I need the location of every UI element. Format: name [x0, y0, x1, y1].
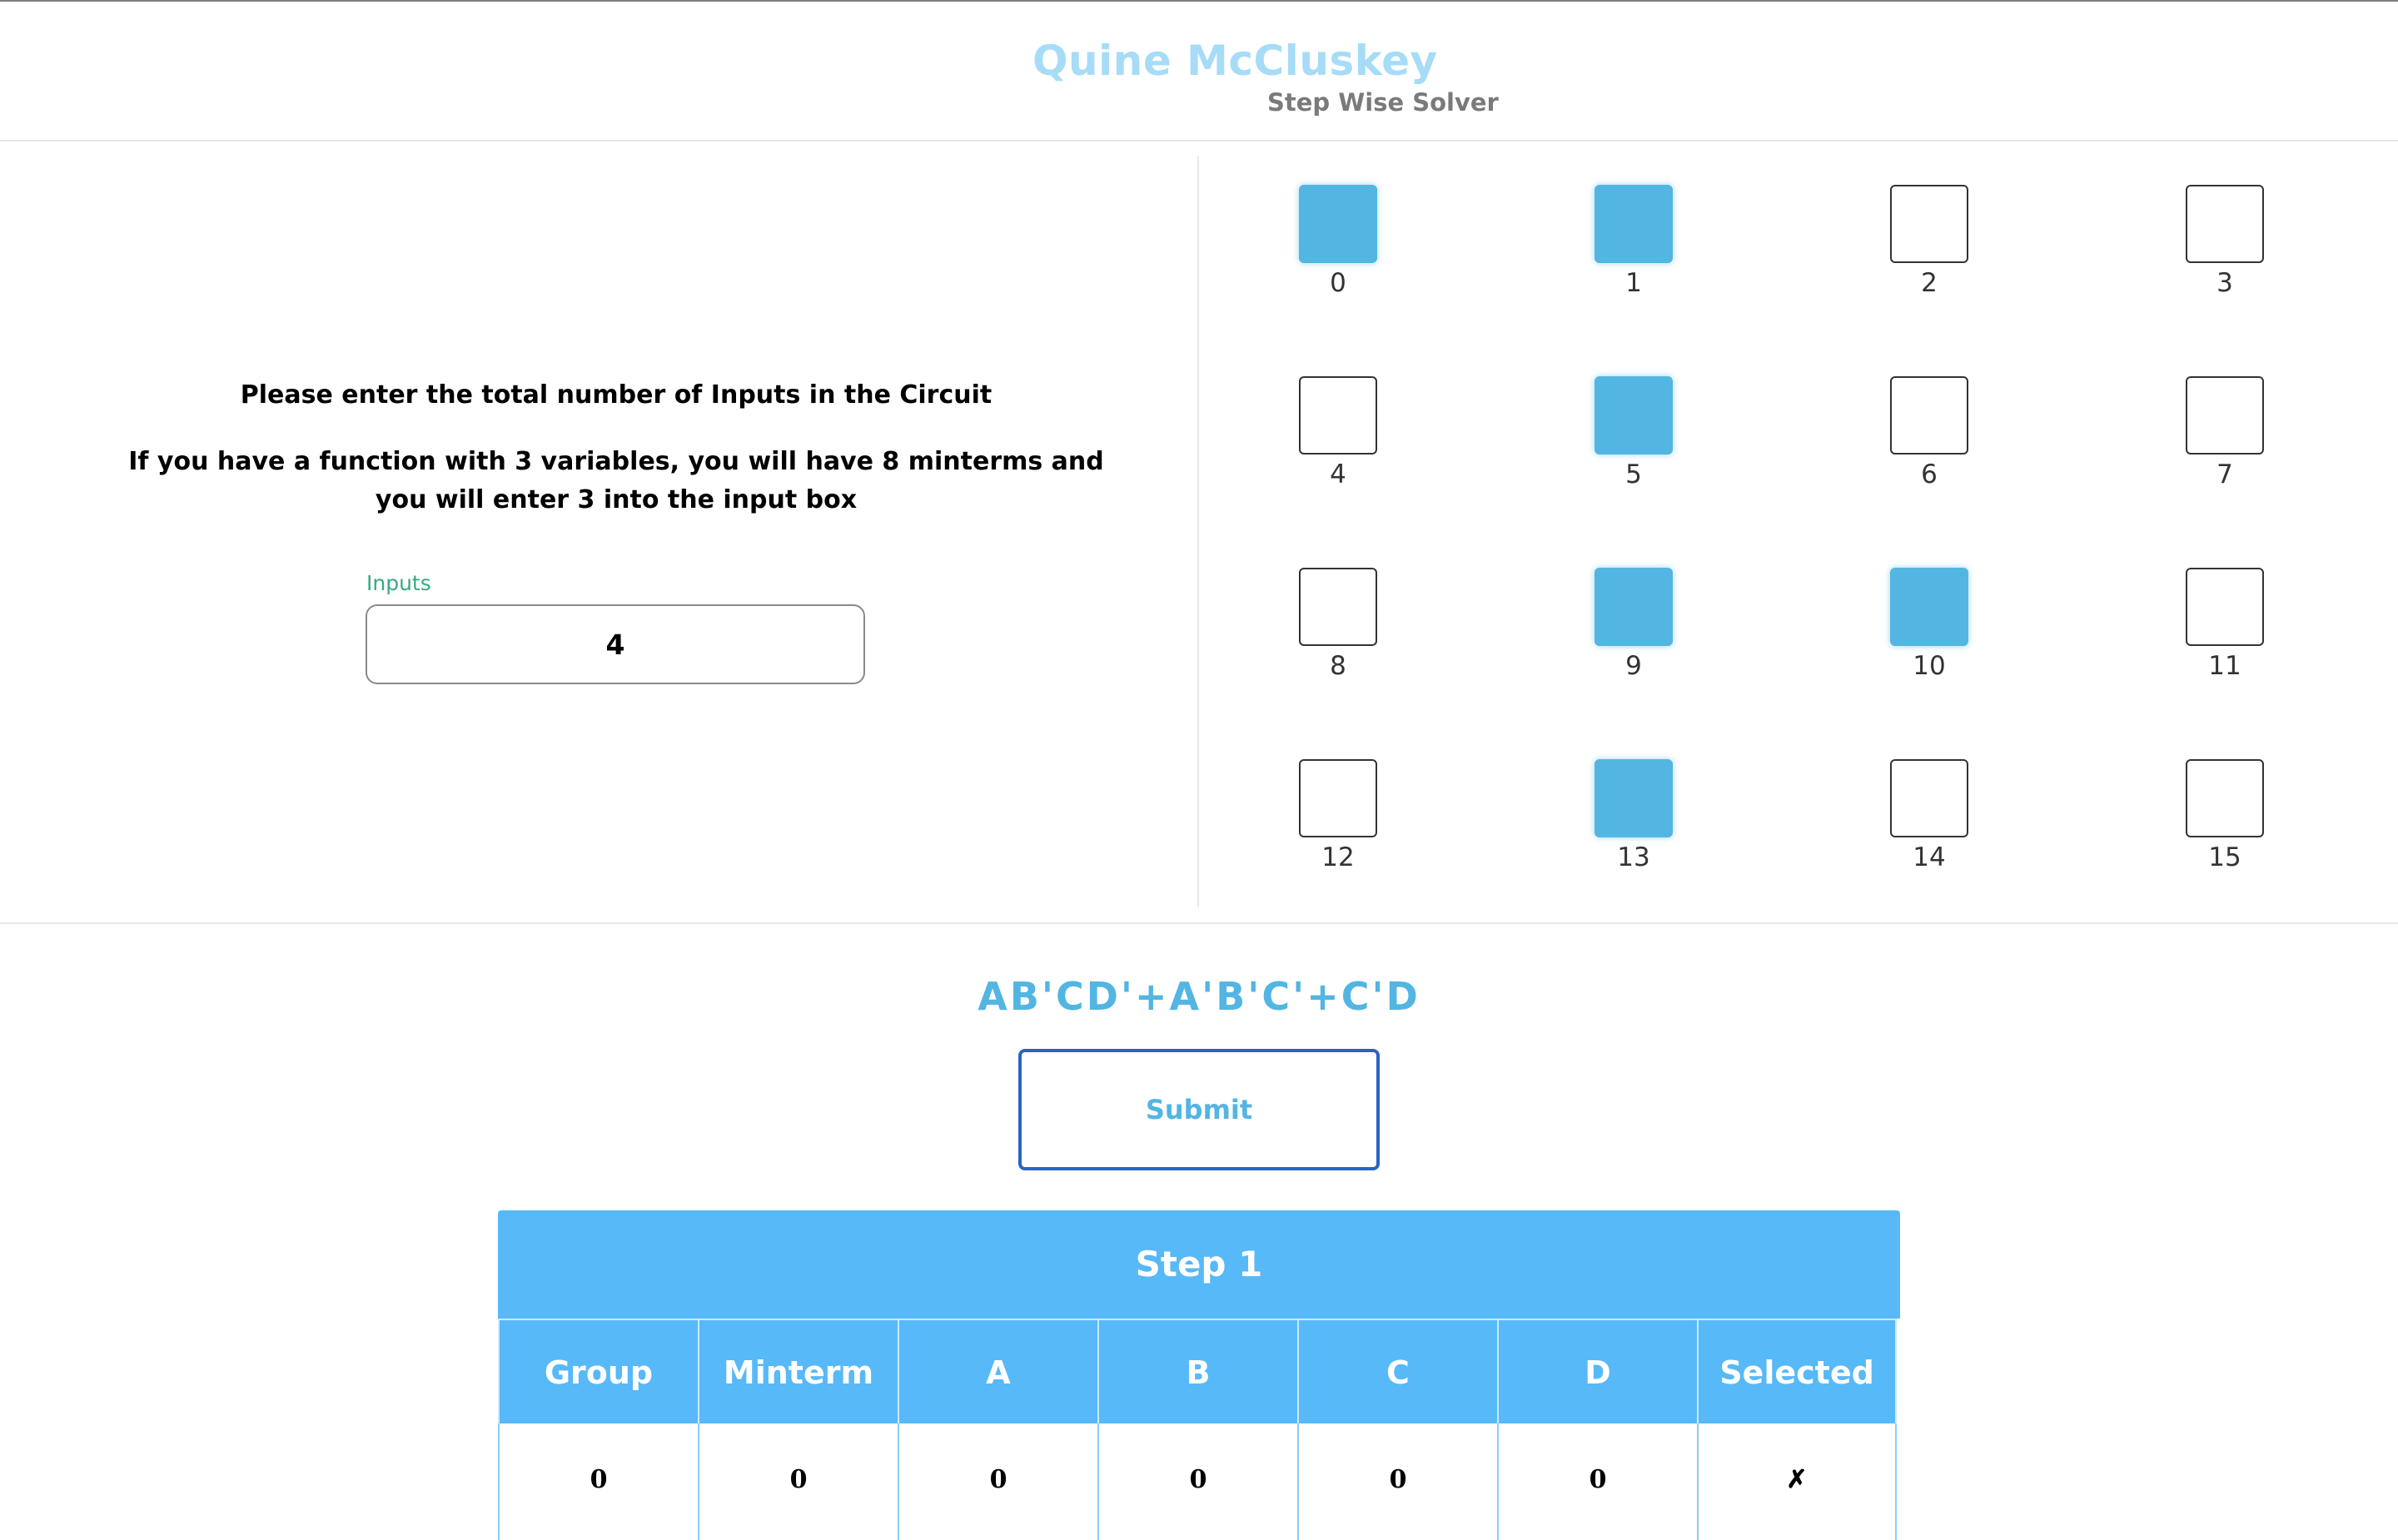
table-row: 0 0 0 0 0 0 ✗ [498, 1423, 1900, 1540]
page-subtitle: Step Wise Solver [1267, 88, 1499, 117]
header: Quine McCluskey Step Wise Solver [0, 2, 2398, 142]
table-cell: 0 [1097, 1423, 1297, 1540]
minterm-cell-7[interactable] [2186, 376, 2264, 455]
minterm-cell-11[interactable] [2186, 568, 2264, 646]
step-title: Step 1 [498, 1210, 1900, 1319]
minterm-cell-10[interactable] [1890, 568, 1968, 646]
result-expression: AB'CD'+A'B'C'+C'D [978, 974, 1420, 1019]
instruction-heading: Please enter the total number of Inputs … [240, 380, 993, 410]
table-cell: 0 [498, 1423, 698, 1540]
table-header-row: Group Minterm A B C D Selected [498, 1319, 1900, 1423]
minterm-cell-13[interactable] [1595, 759, 1673, 837]
minterm-label: 7 [2216, 460, 2233, 489]
column-header-a: A [898, 1319, 1097, 1423]
minterm-label: 3 [2216, 268, 2233, 298]
minterm-label: 14 [1913, 842, 1946, 872]
step-table: Step 1 Group Minterm A B C D Selected 0 0 0 0 0 0 ✗ [498, 1210, 1900, 1540]
minterm-label: 11 [2208, 651, 2241, 681]
column-header-minterm: Minterm [698, 1319, 898, 1423]
horizontal-divider [0, 922, 2398, 924]
table-cell: 0 [1297, 1423, 1497, 1540]
minterm-cell-14[interactable] [1890, 759, 1968, 837]
table-body: 0 0 0 0 0 0 ✗ [498, 1423, 1900, 1540]
table-cell: ✗ [1697, 1423, 1897, 1540]
minterm-cell-9[interactable] [1595, 568, 1673, 646]
table-cell: 0 [1497, 1423, 1697, 1540]
minterm-cell-1[interactable] [1595, 185, 1673, 263]
table-cell: 0 [698, 1423, 898, 1540]
vertical-divider [1197, 156, 1199, 907]
minterm-label: 12 [1321, 842, 1355, 872]
column-header-group: Group [498, 1319, 698, 1423]
minterm-cell-6[interactable] [1890, 376, 1968, 455]
minterm-label: 2 [1921, 268, 1938, 298]
minterm-label: 15 [2208, 842, 2241, 872]
column-header-c: C [1297, 1319, 1497, 1423]
minterm-cell-2[interactable] [1890, 185, 1968, 263]
table-cell: 0 [898, 1423, 1097, 1540]
column-header-selected: Selected [1697, 1319, 1897, 1423]
minterm-label: 13 [1617, 842, 1650, 872]
minterm-label: 1 [1625, 268, 1642, 298]
minterm-cell-4[interactable] [1299, 376, 1377, 455]
column-header-d: D [1497, 1319, 1697, 1423]
submit-button[interactable]: Submit [1018, 1049, 1380, 1170]
instruction-example: If you have a function with 3 variables,… [128, 447, 1104, 514]
minterm-label: 9 [1625, 651, 1642, 681]
minterm-cell-5[interactable] [1595, 376, 1673, 455]
minterm-cell-0[interactable] [1299, 185, 1377, 263]
column-header-b: B [1097, 1319, 1297, 1423]
minterm-label: 6 [1921, 460, 1938, 489]
minterm-label: 5 [1625, 460, 1642, 489]
minterm-label: 0 [1330, 268, 1346, 298]
inputs-label: Inputs [366, 571, 431, 595]
minterm-cell-8[interactable] [1299, 568, 1377, 646]
input-panel: Please enter the total number of Inputs … [0, 142, 1197, 921]
minterm-label: 4 [1330, 460, 1346, 489]
inputs-field[interactable] [366, 604, 865, 684]
minterm-label: 10 [1913, 651, 1946, 681]
minterm-cell-3[interactable] [2186, 185, 2264, 263]
minterm-cell-15[interactable] [2186, 759, 2264, 837]
minterm-label: 8 [1330, 651, 1346, 681]
page-title: Quine McCluskey [1032, 37, 1438, 85]
minterm-cell-12[interactable] [1299, 759, 1377, 837]
